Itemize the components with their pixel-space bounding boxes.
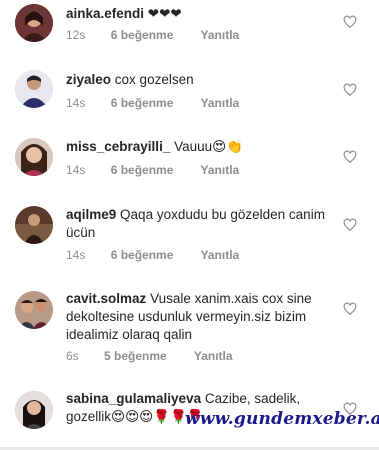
reply-button[interactable]: Yanıtla bbox=[201, 248, 240, 262]
heart-outline-icon[interactable] bbox=[343, 83, 357, 97]
likes-count[interactable]: 6 beğenme bbox=[111, 28, 174, 42]
avatar[interactable] bbox=[15, 291, 53, 329]
comment-body: cavit.solmaz Vusale xanim.xais cox sine … bbox=[66, 290, 339, 344]
likes-count[interactable]: 5 beğenme bbox=[104, 349, 167, 363]
likes-count[interactable]: 6 beğenme bbox=[111, 163, 174, 177]
reply-button[interactable]: Yanıtla bbox=[201, 163, 240, 177]
timestamp: 14s bbox=[66, 163, 86, 177]
heart-outline-icon[interactable] bbox=[343, 302, 357, 316]
username[interactable]: sabina_gulamaliyeva bbox=[66, 391, 201, 406]
reply-button[interactable]: Yanıtla bbox=[201, 96, 240, 110]
comment-body: ainka.efendi ❤❤❤ bbox=[66, 5, 339, 23]
comment-body: miss_cebrayilli_ Vauuu😍👏 bbox=[66, 138, 339, 156]
username[interactable]: ainka.efendi bbox=[66, 6, 144, 21]
avatar[interactable] bbox=[15, 70, 53, 108]
timestamp: 14s bbox=[66, 96, 86, 110]
watermark: www.gundemxeber.az bbox=[185, 409, 379, 429]
comment-meta: 12s 6 beğenme Yanıtla bbox=[66, 28, 263, 42]
timestamp: 12s bbox=[66, 28, 86, 42]
timestamp: 6s bbox=[66, 349, 79, 363]
reply-button[interactable]: Yanıtla bbox=[201, 28, 240, 42]
comment-text: ❤❤❤ bbox=[147, 6, 182, 21]
username[interactable]: miss_cebrayilli_ bbox=[66, 139, 170, 154]
comment-text: Vauuu😍👏 bbox=[174, 139, 244, 154]
timestamp: 14s bbox=[66, 248, 86, 262]
reply-button[interactable]: Yanıtla bbox=[194, 349, 233, 363]
likes-count[interactable]: 6 beğenme bbox=[111, 96, 174, 110]
avatar[interactable] bbox=[15, 138, 53, 176]
avatar[interactable] bbox=[15, 206, 53, 244]
comment-meta: 14s 6 beğenme Yanıtla bbox=[66, 248, 263, 262]
avatar[interactable] bbox=[15, 4, 53, 42]
avatar[interactable] bbox=[15, 391, 53, 429]
comment-body: ziyaleo cox gozelsen bbox=[66, 71, 339, 89]
comment-body: aqilme9 Qaqa yoxdudu bu gözelden canim ü… bbox=[66, 206, 339, 242]
heart-outline-icon[interactable] bbox=[343, 150, 357, 164]
username[interactable]: cavit.solmaz bbox=[66, 291, 146, 306]
username[interactable]: ziyaleo bbox=[66, 72, 111, 87]
heart-outline-icon[interactable] bbox=[343, 15, 357, 29]
comment-meta: 14s 6 beğenme Yanıtla bbox=[66, 163, 263, 177]
comment-text: cox gozelsen bbox=[114, 72, 194, 87]
heart-outline-icon[interactable] bbox=[343, 218, 357, 232]
username[interactable]: aqilme9 bbox=[66, 207, 116, 222]
comment-meta: 14s 6 beğenme Yanıtla bbox=[66, 96, 263, 110]
comment-meta: 6s 5 beğenme Yanıtla bbox=[66, 349, 257, 363]
likes-count[interactable]: 6 beğenme bbox=[111, 248, 174, 262]
